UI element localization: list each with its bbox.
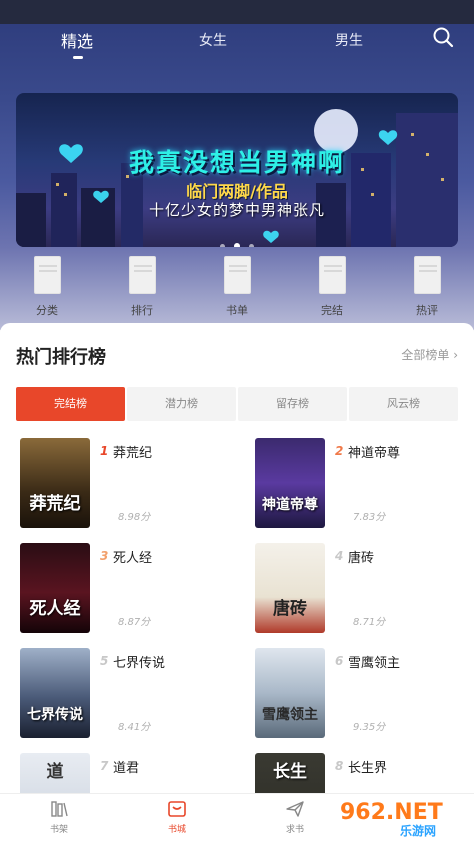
book-title: 唐砖 [348, 551, 375, 566]
ranking-icon [128, 256, 156, 294]
rank-number: 6 [335, 654, 344, 668]
cover-title: 七界传说 [27, 707, 83, 723]
status-bar [0, 0, 474, 24]
nav-bookstore[interactable]: 书城 [147, 800, 207, 835]
carousel-dot [219, 244, 225, 247]
book-item[interactable]: 神道帝尊 2 神道帝尊 7.83分 [251, 438, 471, 530]
quick-nav-label: 分类 [36, 304, 58, 317]
nav-label: 书架 [49, 825, 68, 835]
book-item[interactable]: 莽荒纪 1 莽荒纪 8.98分 [16, 438, 236, 530]
book-cover: 莽荒纪 [20, 438, 90, 528]
rank-number: 8 [335, 759, 344, 773]
quick-nav-label: 书单 [226, 304, 248, 317]
hot-reviews-icon [413, 256, 441, 294]
banner-subtitle: 十亿少女的梦中男神张凡 [148, 201, 325, 219]
book-cover: 道 [20, 753, 90, 793]
carousel-dot-active [234, 243, 240, 247]
tab-trending-ranking[interactable]: 风云榜 [349, 387, 458, 421]
promo-banner[interactable]: 我真没想当男神啊 临门两脚/作品 十亿少女的梦中男神张凡 [16, 93, 458, 247]
tab-featured[interactable]: 精选 [61, 28, 93, 52]
book-title: 道君 [113, 761, 140, 776]
quick-nav-completed[interactable]: 完结 [302, 256, 362, 318]
section-title: 热门排行榜 [16, 347, 106, 368]
cover-title: 长生 [273, 762, 307, 782]
rank-number: 4 [335, 549, 344, 563]
completed-icon [318, 256, 346, 294]
active-tab-indicator [73, 56, 83, 59]
book-title: 雪鹰领主 [348, 656, 401, 671]
site-watermark: 962.NET 乐游网 [340, 800, 470, 840]
watermark-text: 乐游网 [400, 824, 437, 838]
category-icon [33, 256, 61, 294]
rank-number: 2 [335, 444, 344, 458]
rank-number: 3 [100, 549, 109, 563]
quick-nav-ranking[interactable]: 排行 [112, 256, 172, 318]
tab-retention-ranking[interactable]: 留存榜 [238, 387, 347, 421]
book-cover: 雪鹰领主 [255, 648, 325, 738]
book-score: 9.35分 [353, 722, 386, 733]
book-item[interactable]: 死人经 3 死人经 8.87分 [16, 543, 236, 635]
book-item[interactable]: 长生 8 长生界 [251, 753, 471, 793]
nav-bookshelf[interactable]: 书架 [29, 800, 89, 835]
cover-title: 神道帝尊 [262, 497, 318, 513]
book-score: 8.98分 [118, 512, 151, 523]
nav-label: 求书 [285, 825, 304, 835]
cover-title: 莽荒纪 [29, 494, 81, 514]
book-cover: 唐砖 [255, 543, 325, 633]
tab-male[interactable]: 男生 [335, 30, 363, 50]
quick-nav-label: 完结 [321, 304, 343, 317]
cover-title: 死人经 [29, 599, 81, 619]
book-item[interactable]: 唐砖 4 唐砖 8.71分 [251, 543, 471, 635]
book-item[interactable]: 七界传说 5 七界传说 8.41分 [16, 648, 236, 740]
quick-nav-label: 热评 [416, 304, 438, 317]
channel-tabs: 精选 女生 男生 [0, 24, 474, 60]
book-cover: 神道帝尊 [255, 438, 325, 528]
book-title: 七界传说 [113, 656, 166, 671]
cover-title: 雪鹰领主 [262, 707, 318, 723]
nav-label: 书城 [167, 825, 186, 835]
tab-completed-ranking[interactable]: 完结榜 [16, 387, 125, 421]
tab-female[interactable]: 女生 [199, 30, 227, 50]
book-score: 7.83分 [353, 512, 386, 523]
search-icon[interactable] [432, 26, 454, 48]
book-title: 长生界 [348, 761, 388, 776]
booklist-icon [223, 256, 251, 294]
all-rankings-link[interactable]: 全部榜单 › [401, 346, 458, 363]
book-title: 神道帝尊 [348, 446, 401, 461]
bookstore-icon [168, 801, 186, 817]
book-item[interactable]: 道 7 道君 [16, 753, 236, 793]
quick-nav-hot-reviews[interactable]: 热评 [397, 256, 457, 318]
banner-title: 我真没想当男神啊 [128, 148, 345, 177]
book-cover: 长生 [255, 753, 325, 793]
book-score: 8.71分 [353, 617, 386, 628]
book-cover: 七界传说 [20, 648, 90, 738]
book-cover: 死人经 [20, 543, 90, 633]
cover-title: 唐砖 [273, 599, 307, 619]
ranking-panel: 热门排行榜 全部榜单 › 完结榜 潜力榜 留存榜 风云榜 莽荒纪 1 莽荒纪 8… [0, 323, 474, 793]
quick-nav: 分类 排行 书单 完结 热评 [0, 250, 474, 324]
cover-title: 道 [46, 762, 64, 782]
carousel-dot [249, 244, 255, 247]
ranking-tabs: 完结榜 潜力榜 留存榜 风云榜 [16, 387, 460, 421]
nav-request-book[interactable]: 求书 [265, 800, 325, 835]
book-title: 莽荒纪 [113, 446, 153, 461]
quick-nav-booklist[interactable]: 书单 [207, 256, 267, 318]
book-title: 死人经 [113, 551, 153, 566]
send-icon [286, 801, 304, 817]
rank-number: 5 [100, 654, 109, 668]
quick-nav-category[interactable]: 分类 [17, 256, 77, 318]
quick-nav-label: 排行 [131, 304, 153, 317]
book-score: 8.87分 [118, 617, 151, 628]
book-score: 8.41分 [118, 722, 151, 733]
book-item[interactable]: 雪鹰领主 6 雪鹰领主 9.35分 [251, 648, 471, 740]
rank-number: 7 [100, 759, 109, 773]
bookshelf-icon [51, 801, 68, 817]
tab-potential-ranking[interactable]: 潜力榜 [127, 387, 236, 421]
carousel-indicator [16, 234, 458, 247]
rank-number: 1 [100, 444, 109, 458]
